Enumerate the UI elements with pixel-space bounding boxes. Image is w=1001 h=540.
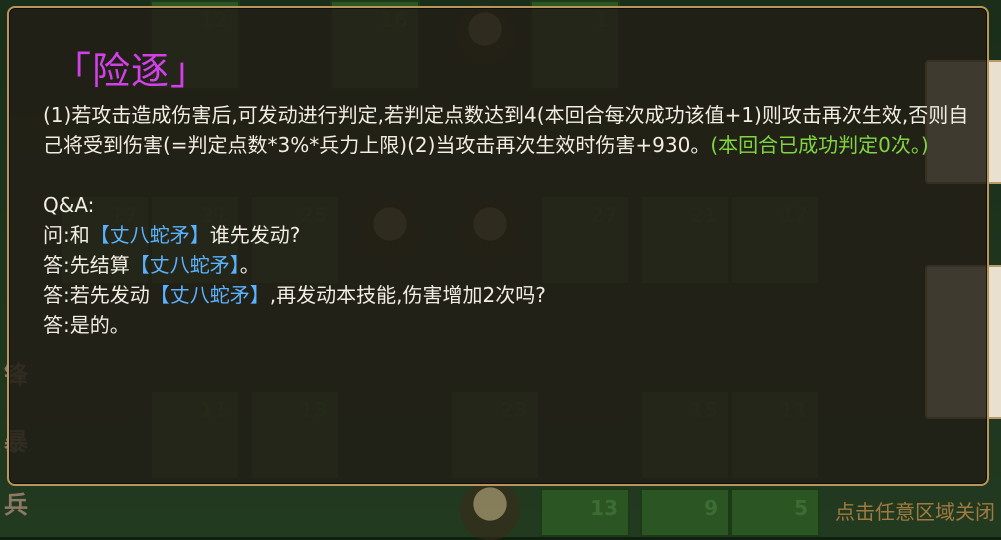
qa-suffix: ,再发动本技能,伤害增加2次吗? [269, 283, 546, 307]
side-label: 兵 [4, 491, 28, 519]
qa-highlight: 【丈八蛇矛】 [129, 253, 240, 277]
qa-suffix: 谁先发动? [209, 223, 301, 247]
unit-token [460, 480, 520, 540]
qa-line: 答:若先发动【丈八蛇矛】,再发动本技能,伤害增加2次吗? [43, 280, 978, 310]
skill-info-dialog[interactable]: 「险逐」 (1)若攻击造成伤害后,可发动进行判定,若判定点数达到4(本回合每次成… [7, 6, 989, 486]
skill-content: (1)若攻击造成伤害后,可发动进行判定,若判定点数达到4(本回合每次成功该值+1… [43, 100, 978, 340]
qa-highlight: 【丈八蛇矛】 [89, 223, 210, 247]
qa-prefix: 答:先结算 [43, 253, 130, 277]
skill-description: (1)若攻击造成伤害后,可发动进行判定,若判定点数达到4(本回合每次成功该值+1… [43, 100, 978, 160]
qa-suffix: 。 [239, 253, 260, 277]
qa-heading: Q&A: [43, 193, 95, 217]
board-cell: 5 [730, 488, 820, 537]
cell-number: 5 [794, 496, 808, 520]
qa-highlight: 【丈八蛇矛】 [149, 283, 270, 307]
close-hint[interactable]: 点击任意区域关闭 [835, 496, 995, 525]
skill-title: 「险逐」 [53, 49, 210, 93]
qa-prefix: 答:是的。 [43, 313, 130, 337]
cell-number: 13 [590, 496, 618, 520]
board-cell: 13 [540, 488, 630, 537]
qa-line: 答:是的。 [43, 310, 978, 340]
cell-number: 9 [704, 496, 718, 520]
qa-prefix: 问:和 [43, 223, 90, 247]
qa-line: 问:和【丈八蛇矛】谁先发动? [43, 220, 978, 250]
qa-prefix: 答:若先发动 [43, 283, 150, 307]
board-cell: 9 [640, 488, 730, 537]
status-text: (本回合已成功判定0次。) [710, 133, 929, 157]
qa-line: 答:先结算【丈八蛇矛】。 [43, 250, 978, 280]
